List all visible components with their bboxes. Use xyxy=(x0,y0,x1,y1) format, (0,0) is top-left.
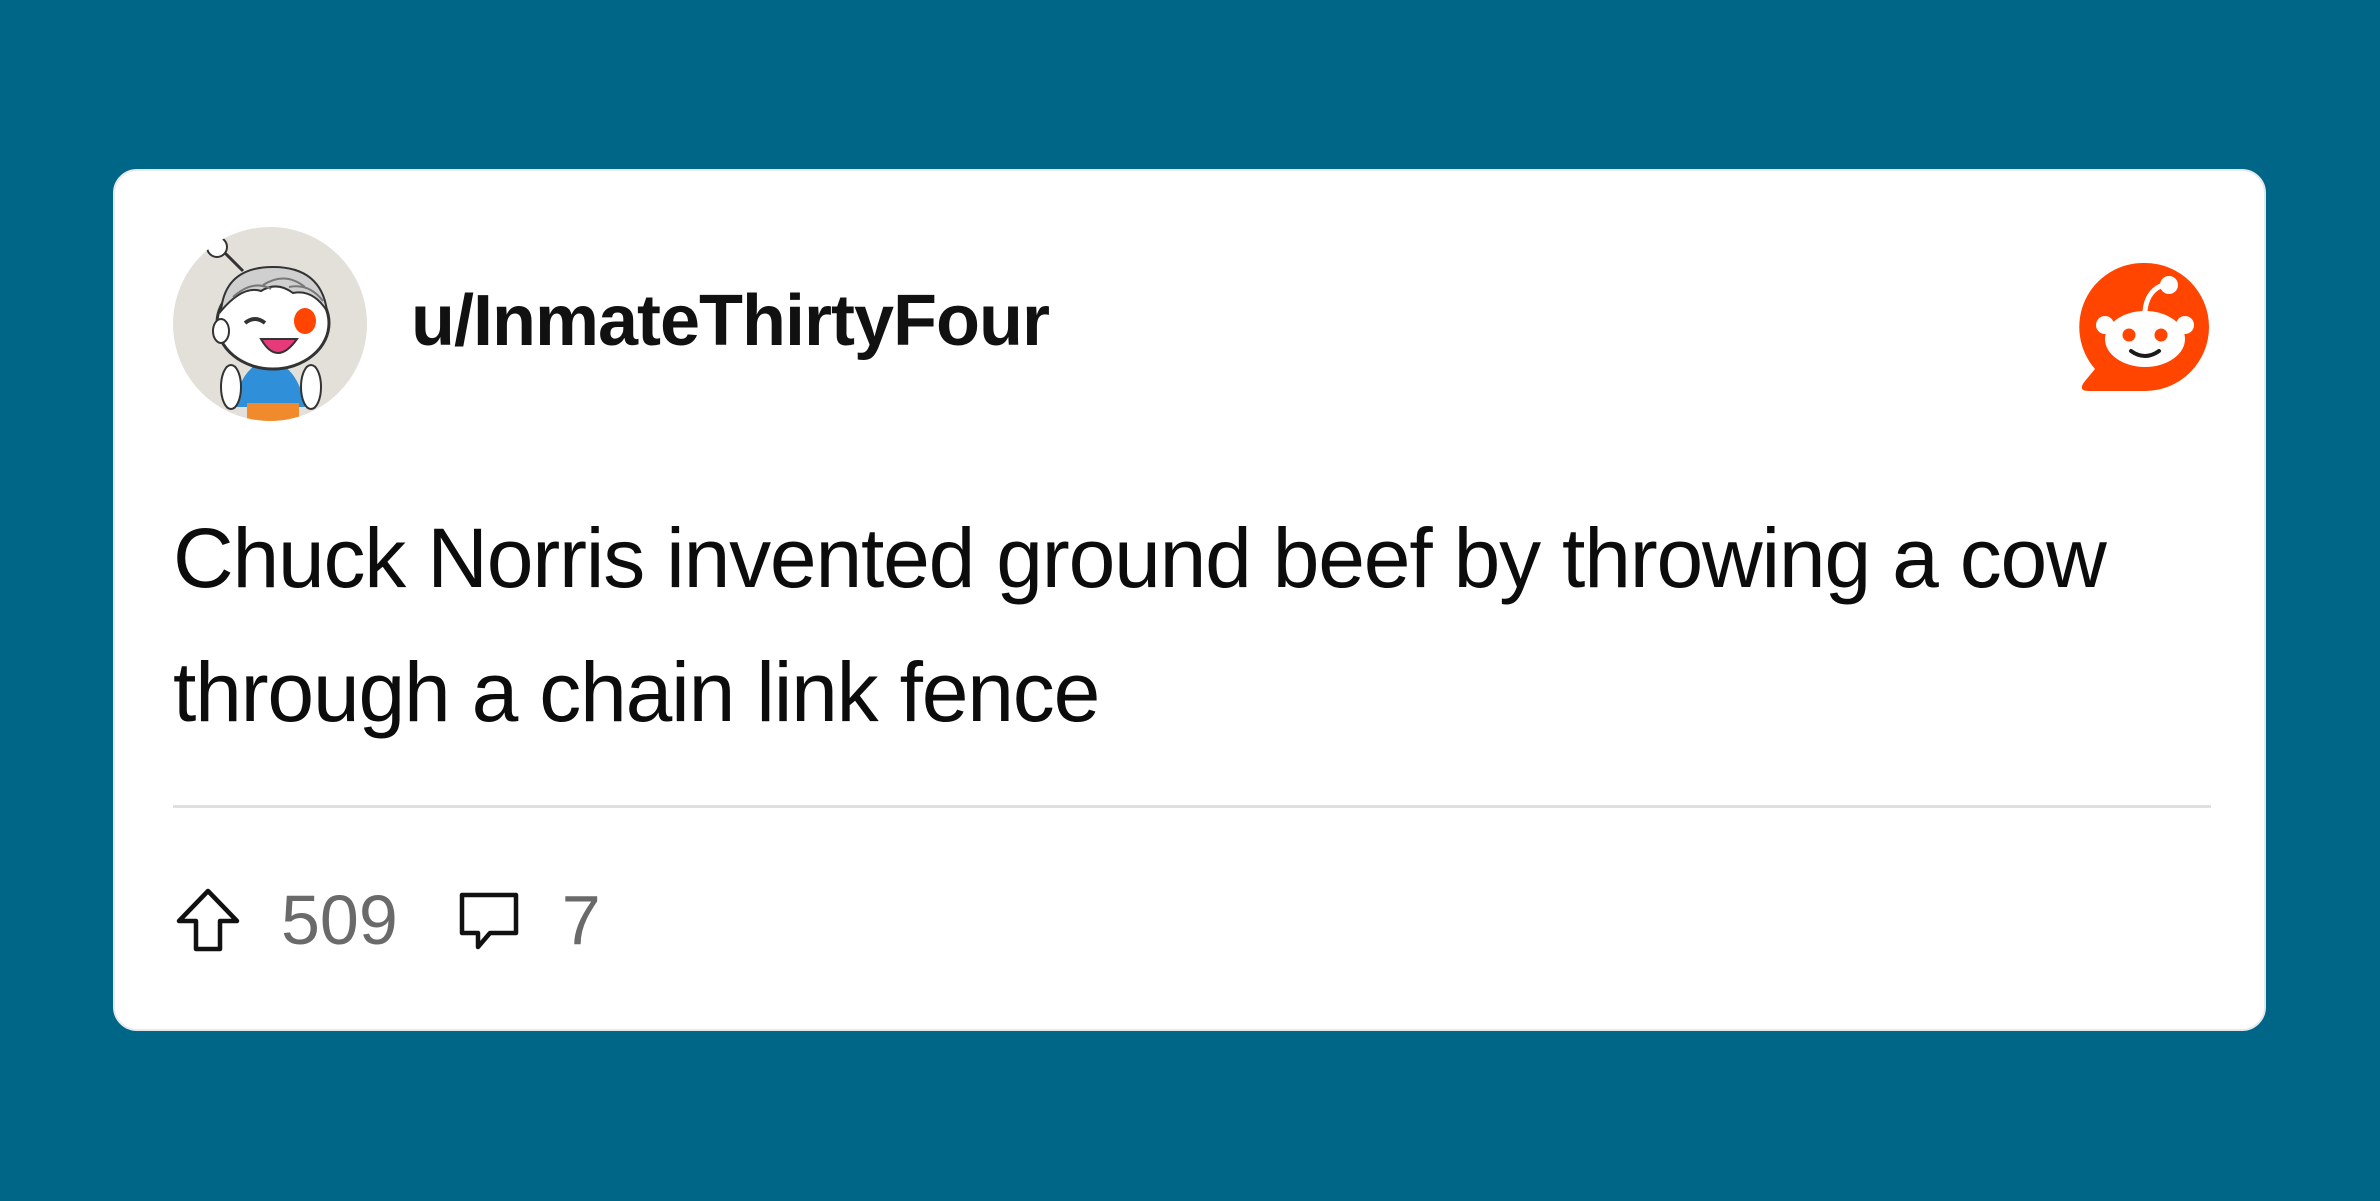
post-body-text: Chuck Norris invented ground beef by thr… xyxy=(173,511,2107,739)
reddit-logo-icon xyxy=(2077,261,2213,395)
comment-count: 7 xyxy=(561,881,601,959)
comment-bubble-icon[interactable] xyxy=(454,885,524,955)
user-avatar[interactable] xyxy=(173,227,367,421)
post-card: u/InmateThirtyFour Chuck Norris invented… xyxy=(113,169,2266,1031)
post-stats: 509 7 xyxy=(173,880,601,960)
upvote-arrow-icon[interactable] xyxy=(173,885,243,955)
upvote-count: 509 xyxy=(281,881,398,959)
post-author[interactable]: u/InmateThirtyFour xyxy=(411,281,1050,361)
divider xyxy=(173,805,2211,808)
snoo-avatar-icon xyxy=(206,236,331,421)
